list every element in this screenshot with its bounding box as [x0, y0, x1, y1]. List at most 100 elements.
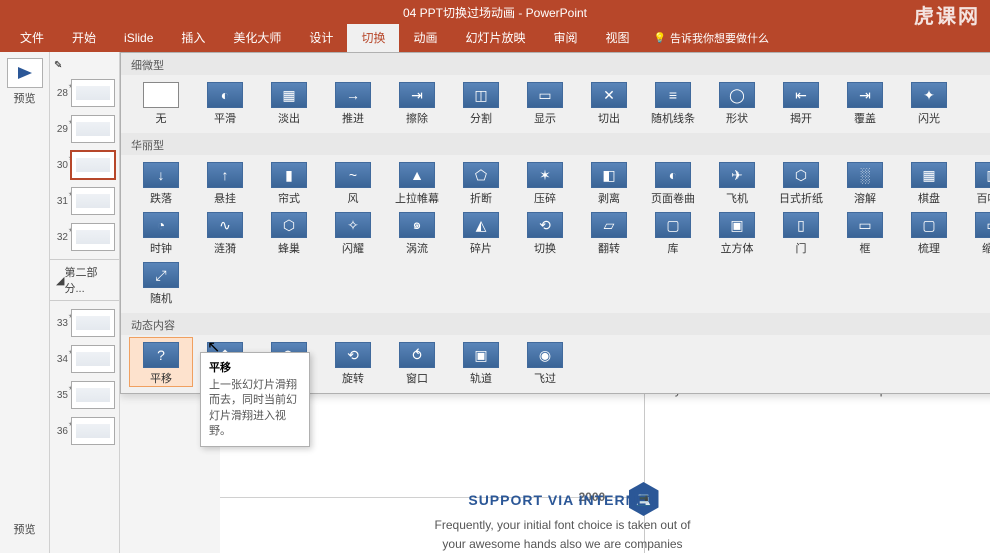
- thumbnail-row[interactable]: 35 ★: [50, 377, 119, 413]
- transition-形状[interactable]: ◯ 形状: [705, 77, 769, 127]
- thumbnail-row[interactable]: 31 ★: [50, 183, 119, 219]
- tab-slideshow[interactable]: 幻灯片放映: [451, 24, 539, 52]
- transition-框[interactable]: ▭ 框: [833, 207, 897, 257]
- transition-label: 剥离: [598, 190, 620, 206]
- transition-翻转[interactable]: ▱ 翻转: [577, 207, 641, 257]
- tab-design[interactable]: 设计: [295, 24, 347, 52]
- section-header[interactable]: ◢ 第二部分...: [50, 259, 119, 301]
- thumbnail[interactable]: [71, 151, 115, 179]
- tab-transitions[interactable]: 切换: [347, 24, 399, 52]
- tab-islide[interactable]: iSlide: [110, 24, 167, 52]
- thumbnail[interactable]: [71, 345, 115, 373]
- transition-门[interactable]: ▯ 门: [769, 207, 833, 257]
- transition-显示[interactable]: ▭ 显示: [513, 77, 577, 127]
- transition-icon: ▥: [975, 162, 990, 188]
- transition-旋转[interactable]: ⟲ 旋转: [321, 337, 385, 387]
- thumbnail-row[interactable]: 32 ★: [50, 219, 119, 255]
- thumbnail[interactable]: [71, 187, 115, 215]
- transition-风[interactable]: ~ 风: [321, 157, 385, 207]
- transition-平移[interactable]: ? 平移: [129, 337, 193, 387]
- tab-animations[interactable]: 动画: [399, 24, 451, 52]
- transition-icon: ▲: [399, 162, 435, 188]
- transition-涟漪[interactable]: ∿ 涟漪: [193, 207, 257, 257]
- thumbnail[interactable]: [71, 309, 115, 337]
- transition-压碎[interactable]: ✶ 压碎: [513, 157, 577, 207]
- transition-库[interactable]: ▢ 库: [641, 207, 705, 257]
- transition-揭开[interactable]: ⇤ 揭开: [769, 77, 833, 127]
- transition-随机[interactable]: ⤢ 随机: [129, 257, 193, 307]
- transition-闪光[interactable]: ✦ 闪光: [897, 77, 961, 127]
- transition-轨道[interactable]: ▣ 轨道: [449, 337, 513, 387]
- transition-缩放[interactable]: ▭ 缩放: [961, 207, 990, 257]
- thumbnail-row[interactable]: 28 ★: [50, 75, 119, 111]
- preview-button[interactable]: [7, 58, 43, 88]
- transition-随机线条[interactable]: ≡ 随机线条: [641, 77, 705, 127]
- transition-涡流[interactable]: ๑ 涡流: [385, 207, 449, 257]
- transition-飞机[interactable]: ✈ 飞机: [705, 157, 769, 207]
- gallery-section-exciting: 华丽型: [121, 133, 990, 155]
- transition-百叶窗[interactable]: ▥ 百叶窗: [961, 157, 990, 207]
- transition-剥离[interactable]: ◧ 剥离: [577, 157, 641, 207]
- transition-icon: ◯: [719, 82, 755, 108]
- transition-label: 飞机: [726, 190, 748, 206]
- transition-icon: ▢: [655, 212, 691, 238]
- thumbnail[interactable]: [71, 381, 115, 409]
- transition-icon: ↑: [207, 162, 243, 188]
- transition-label: 门: [796, 240, 807, 256]
- transition-icon: ๑: [399, 212, 435, 238]
- transition-分割[interactable]: ◫ 分割: [449, 77, 513, 127]
- tab-view[interactable]: 视图: [592, 24, 644, 52]
- transition-日式折纸[interactable]: ⬡ 日式折纸: [769, 157, 833, 207]
- transition-icon: ⇥: [399, 82, 435, 108]
- transition-悬挂[interactable]: ↑ 悬挂: [193, 157, 257, 207]
- transition-淡出[interactable]: ▦ 淡出: [257, 77, 321, 127]
- tab-file[interactable]: 文件: [6, 24, 58, 52]
- transition-label: 随机线条: [651, 110, 695, 126]
- transition-推进[interactable]: → 推进: [321, 77, 385, 127]
- transition-梳理[interactable]: ▢ 梳理: [897, 207, 961, 257]
- tab-insert[interactable]: 插入: [167, 24, 219, 52]
- thumbnail-row[interactable]: 29 ★: [50, 111, 119, 147]
- transition-立方体[interactable]: ▣ 立方体: [705, 207, 769, 257]
- transition-蜂巢[interactable]: ⬡ 蜂巢: [257, 207, 321, 257]
- transition-label: 时钟: [150, 240, 172, 256]
- transition-飞过[interactable]: ◉ 飞过: [513, 337, 577, 387]
- transition-折断[interactable]: ⬠ 折断: [449, 157, 513, 207]
- thumbnail[interactable]: [71, 223, 115, 251]
- tab-home[interactable]: 开始: [58, 24, 110, 52]
- gallery-section-dynamic: 动态内容: [121, 313, 990, 335]
- transition-切出[interactable]: ✕ 切出: [577, 77, 641, 127]
- tell-me-hint[interactable]: 告诉我你想要做什么: [654, 30, 769, 46]
- tab-review[interactable]: 审阅: [539, 24, 591, 52]
- thumbnail-row[interactable]: 34 ★: [50, 341, 119, 377]
- transition-label: 棋盘: [918, 190, 940, 206]
- transition-切换[interactable]: ⟲ 切换: [513, 207, 577, 257]
- brush-icon[interactable]: ✎: [54, 60, 62, 71]
- transition-擦除[interactable]: ⇥ 擦除: [385, 77, 449, 127]
- transition-覆盖[interactable]: ⇥ 覆盖: [833, 77, 897, 127]
- transition-棋盘[interactable]: ▦ 棋盘: [897, 157, 961, 207]
- transition-label: 窗口: [406, 370, 428, 386]
- transition-label: 显示: [534, 110, 556, 126]
- transition-窗口[interactable]: ⥀ 窗口: [385, 337, 449, 387]
- transition-跌落[interactable]: ↓ 跌落: [129, 157, 193, 207]
- transition-溶解[interactable]: ░ 溶解: [833, 157, 897, 207]
- transition-icon: ⟲: [335, 342, 371, 368]
- transition-帘式[interactable]: ▮ 帘式: [257, 157, 321, 207]
- transition-时钟[interactable]: ◔ 时钟: [129, 207, 193, 257]
- transition-页面卷曲[interactable]: ◐ 页面卷曲: [641, 157, 705, 207]
- thumbnail-row[interactable]: 36 ★: [50, 413, 119, 449]
- thumbnail-row[interactable]: 30 ★: [50, 147, 119, 183]
- thumbnail[interactable]: [71, 115, 115, 143]
- transition-无[interactable]: 无: [129, 77, 193, 127]
- thumbnail[interactable]: [71, 79, 115, 107]
- tab-beautify[interactable]: 美化大师: [219, 24, 295, 52]
- thumbnail-row[interactable]: 33 ★: [50, 305, 119, 341]
- transition-上拉帷幕[interactable]: ▲ 上拉帷幕: [385, 157, 449, 207]
- transition-闪耀[interactable]: ✧ 闪耀: [321, 207, 385, 257]
- thumbnail[interactable]: [71, 417, 115, 445]
- transition-icon: ✶: [527, 162, 563, 188]
- transition-label: 平移: [150, 370, 172, 386]
- transition-碎片[interactable]: ◭ 碎片: [449, 207, 513, 257]
- transition-平滑[interactable]: ◐ 平滑: [193, 77, 257, 127]
